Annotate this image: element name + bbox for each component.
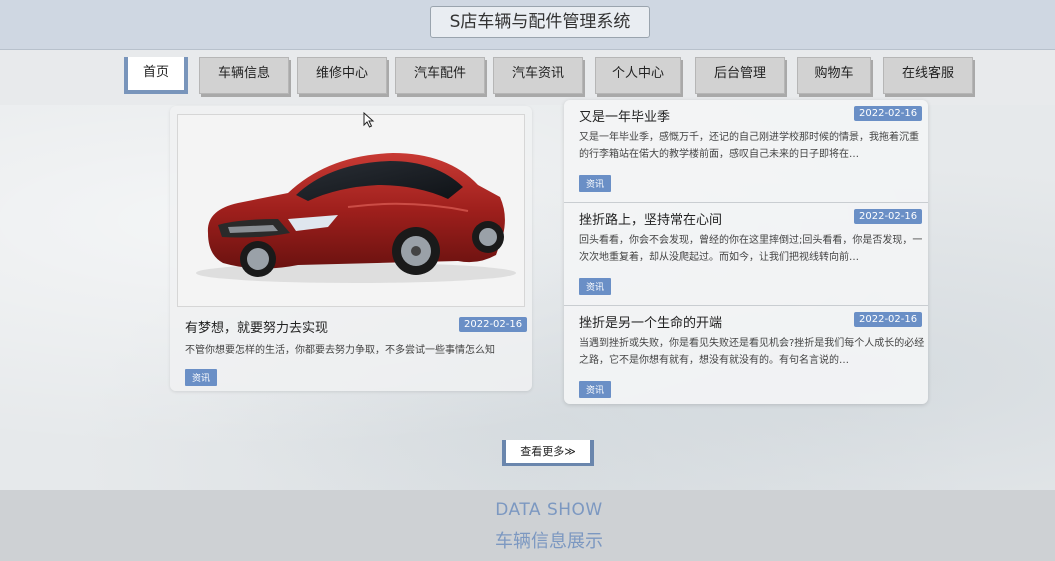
nav-shopping-cart[interactable]: 购物车 (797, 57, 871, 94)
nav-personal-center[interactable]: 个人中心 (595, 57, 681, 94)
news-tag[interactable]: 资讯 (579, 175, 612, 192)
site-title: S店车辆与配件管理系统 (430, 6, 650, 38)
news-title[interactable]: 挫折是另一个生命的开端 (579, 312, 722, 331)
nav-auto-news[interactable]: 汽车资讯 (493, 57, 583, 94)
mouse-pointer-icon (363, 112, 375, 128)
news-date-badge: 2022-02-16 (854, 209, 923, 224)
nav-online-service[interactable]: 在线客服 (883, 57, 973, 94)
data-show-title: DATA SHOW (495, 500, 603, 520)
news-title[interactable]: 挫折路上，坚持常在心间 (579, 209, 722, 228)
top-header: S店车辆与配件管理系统 (0, 0, 1055, 50)
news-summary: 回头看看，你会不会发现，曾经的你在这里摔倒过;回头看看，你是否发现，一次次地重复… (579, 235, 923, 263)
car-image[interactable] (177, 114, 525, 307)
featured-summary: 不管你想要怎样的生活，你都要去努力争取，不多尝试一些事情怎么知 (185, 345, 495, 356)
featured-title[interactable]: 有梦想，就要努力去实现 (185, 317, 328, 336)
red-sedan-illustration (196, 153, 516, 283)
nav-admin[interactable]: 后台管理 (695, 57, 785, 94)
news-date-badge: 2022-02-16 (854, 106, 923, 121)
news-list-card: 又是一年毕业季 2022-02-16 又是一年毕业季，感慨万千，还记的自己刚进学… (564, 100, 928, 404)
nav-home[interactable]: 首页 (124, 57, 188, 94)
featured-tag[interactable]: 资讯 (185, 369, 218, 386)
view-more-button[interactable]: 查看更多≫ (502, 440, 594, 466)
featured-news-card[interactable]: 有梦想，就要努力去实现 2022-02-16 不管你想要怎样的生活，你都要去努力… (170, 106, 532, 391)
news-date-badge: 2022-02-16 (854, 312, 923, 327)
news-tag[interactable]: 资讯 (579, 278, 612, 295)
main-navigation: 首页 车辆信息 维修中心 汽车配件 汽车资讯 个人中心 后台管理 购物车 在线客… (0, 50, 1055, 105)
nav-vehicle-info[interactable]: 车辆信息 (199, 57, 289, 94)
nav-auto-parts[interactable]: 汽车配件 (395, 57, 485, 94)
news-summary: 又是一年毕业季，感慨万千，还记的自己刚进学校那时候的情景，我拖着沉重的行李箱站在… (579, 132, 919, 160)
news-item[interactable]: 又是一年毕业季 2022-02-16 又是一年毕业季，感慨万千，还记的自己刚进学… (564, 100, 928, 203)
data-show-subtitle: 车辆信息展示 (495, 531, 603, 552)
news-item[interactable]: 挫折是另一个生命的开端 2022-02-16 当遇到挫折或失败，你是看见失败还是… (564, 306, 928, 404)
news-summary: 当遇到挫折或失败，你是看见失败还是看见机会?挫折是我们每个人成长的必经之路，它不… (579, 338, 925, 366)
news-tag[interactable]: 资讯 (579, 381, 612, 398)
nav-repair-center[interactable]: 维修中心 (297, 57, 387, 94)
news-item[interactable]: 挫折路上，坚持常在心间 2022-02-16 回头看看，你会不会发现，曾经的你在… (564, 203, 928, 306)
news-title[interactable]: 又是一年毕业季 (579, 106, 670, 125)
featured-date-badge: 2022-02-16 (459, 317, 528, 332)
